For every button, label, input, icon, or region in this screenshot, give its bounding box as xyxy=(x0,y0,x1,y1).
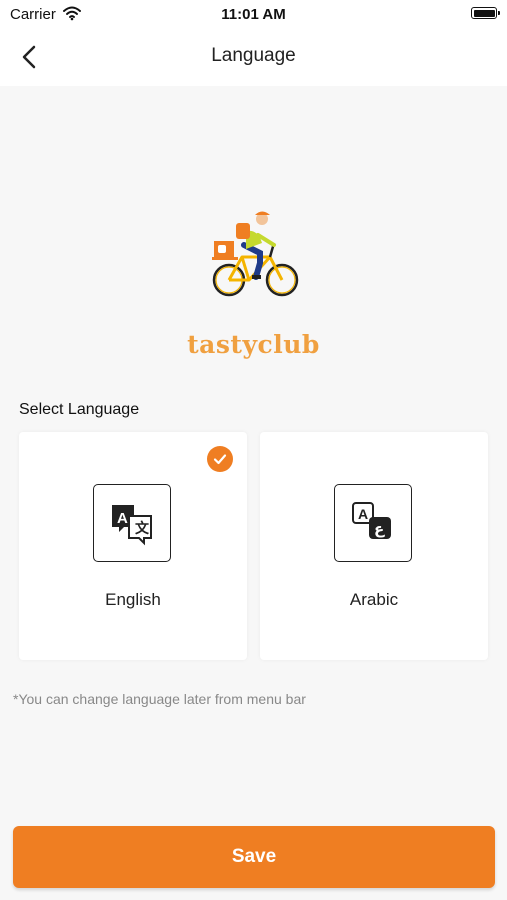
hint-text: *You can change language later from menu… xyxy=(13,691,306,707)
language-card-english[interactable]: A 文 English xyxy=(19,432,247,660)
battery-icon xyxy=(471,7,500,19)
language-label-arabic: Arabic xyxy=(349,590,399,609)
svg-text:文: 文 xyxy=(135,520,150,537)
brand-logo-text: tastyclub xyxy=(187,330,320,359)
clock: 11:01 AM xyxy=(221,6,286,23)
status-bar: Carrier 11:01 AM xyxy=(0,0,507,28)
language-card-arabic[interactable]: A ع Arabic xyxy=(260,432,488,660)
page-title: Language xyxy=(211,45,296,66)
delivery-cyclist-illustration xyxy=(204,205,304,305)
section-label: Select Language xyxy=(19,401,140,418)
svg-text:A: A xyxy=(117,510,128,527)
nav-bar: Language xyxy=(0,28,507,86)
save-button[interactable]: Save xyxy=(13,826,495,888)
checkmark-icon xyxy=(207,446,233,472)
svg-text:ع: ع xyxy=(374,520,385,538)
arabic-letters-icon: A ع xyxy=(334,484,412,562)
language-label-english: English xyxy=(105,590,161,609)
svg-text:A: A xyxy=(358,506,368,522)
translate-icon: A 文 xyxy=(93,484,171,562)
